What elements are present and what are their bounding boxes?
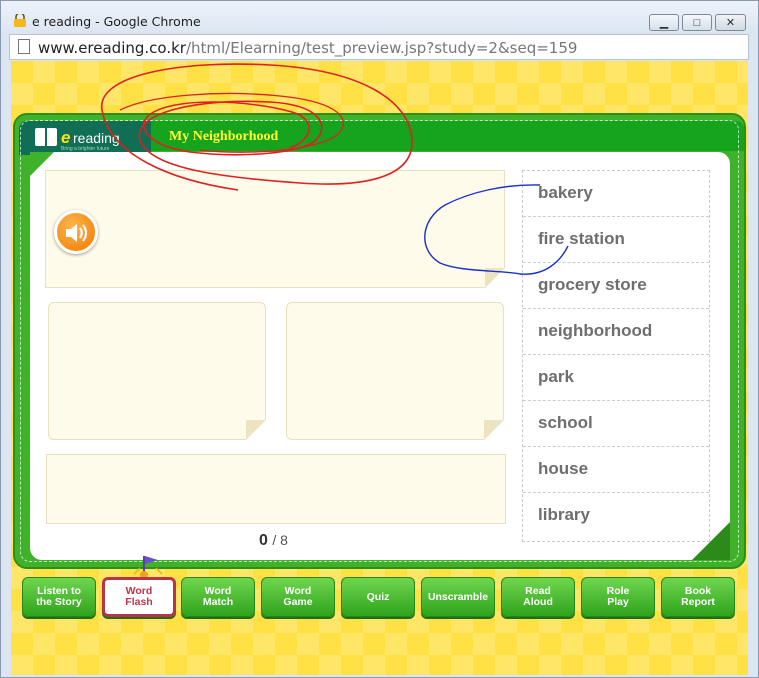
nav-label: Read Aloud (523, 585, 553, 608)
nav-role-play[interactable]: Role Play (581, 577, 655, 617)
nav-label: Quiz (366, 590, 390, 603)
nav-unscramble[interactable]: Unscramble (421, 577, 495, 617)
url-text[interactable]: www.ereading.co.kr/html/Elearning/test_p… (38, 39, 577, 57)
word-item[interactable]: fire station (523, 217, 709, 263)
nav-word-game[interactable]: Word Game (261, 577, 335, 617)
word-label: library (538, 505, 590, 524)
nav-label: Word Match (202, 585, 234, 608)
minimize-icon: ▁ (659, 17, 669, 29)
word-item[interactable]: park (523, 355, 709, 401)
word-item[interactable]: house (523, 447, 709, 493)
picture-card-right[interactable] (286, 302, 504, 440)
nav-word-match[interactable]: Word Match (181, 577, 255, 617)
progress-total: / 8 (272, 532, 288, 548)
close-button[interactable]: ✕ (715, 14, 746, 31)
picture-card-left[interactable] (48, 302, 266, 440)
url-path: /html/Elearning/test_preview.jsp?study=2… (185, 39, 578, 57)
e-reading-icon (14, 14, 26, 27)
progress-current: 0 (259, 532, 268, 549)
nav-label: Book Report (681, 585, 715, 608)
word-display-card (45, 170, 505, 288)
word-label: fire station (538, 229, 625, 248)
nav-quiz[interactable]: Quiz (341, 577, 415, 617)
word-item[interactable]: library (523, 493, 709, 539)
speaker-icon (66, 224, 88, 242)
close-icon: ✕ (725, 17, 736, 29)
sentence-card (46, 454, 506, 524)
nav-listen-to-the-story[interactable]: Listen to the Story (22, 577, 96, 617)
maximize-icon: □ (693, 16, 701, 29)
title-bar: e reading - Google Chrome ▁ □ ✕ (1, 1, 758, 33)
word-label: park (538, 367, 574, 386)
word-item[interactable]: bakery (523, 171, 709, 217)
nav-book-report[interactable]: Book Report (661, 577, 735, 617)
page-icon (18, 39, 30, 54)
lesson-content: 0 / 8 bakery fire station grocery store … (10, 60, 747, 674)
nav-read-aloud[interactable]: Read Aloud (501, 577, 575, 617)
nav-label: Role Play (606, 585, 630, 608)
word-list: bakery fire station grocery store neighb… (522, 170, 710, 542)
url-host: www.ereading.co.kr (38, 39, 186, 57)
word-label: neighborhood (538, 321, 653, 340)
word-label: house (538, 459, 589, 478)
nav-label: Unscramble (427, 590, 489, 603)
minimize-button[interactable]: ▁ (649, 14, 679, 31)
word-label: school (538, 413, 593, 432)
address-bar[interactable]: www.ereading.co.kr/html/Elearning/test_p… (9, 34, 749, 60)
play-audio-button[interactable] (54, 210, 98, 254)
progress-counter: 0 / 8 (259, 532, 288, 550)
word-label: grocery store (538, 275, 647, 294)
nav-label: Word Flash (125, 585, 153, 608)
window-title: e reading - Google Chrome (32, 14, 201, 29)
word-item[interactable]: grocery store (523, 263, 709, 309)
nav-label: Word Game (283, 585, 313, 608)
nav-label: Listen to the Story (36, 585, 82, 608)
word-label: bakery (538, 183, 593, 202)
maximize-button[interactable]: □ (682, 14, 712, 31)
word-item[interactable]: school (523, 401, 709, 447)
nav-word-flash[interactable]: Word Flash (102, 577, 176, 617)
flag-icon (133, 556, 163, 578)
word-item[interactable]: neighborhood (523, 309, 709, 355)
